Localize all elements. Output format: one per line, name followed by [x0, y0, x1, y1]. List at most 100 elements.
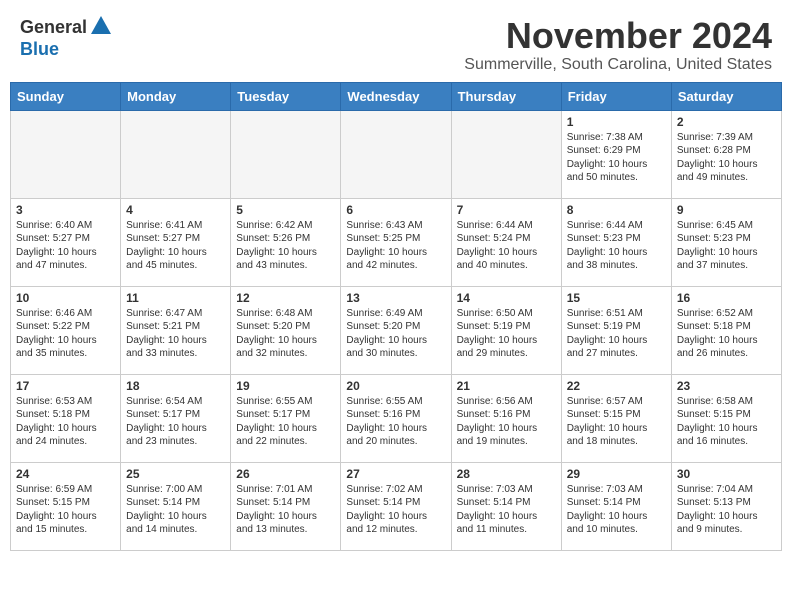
- day-number: 21: [457, 379, 556, 393]
- calendar-cell: 23 Sunrise: 6:58 AM Sunset: 5:15 PM Dayli…: [671, 374, 781, 462]
- day-number: 2: [677, 115, 776, 129]
- day-info: Sunrise: 6:50 AM Sunset: 5:19 PM Dayligh…: [457, 307, 556, 361]
- day-info: Sunrise: 6:57 AM Sunset: 5:15 PM Dayligh…: [567, 395, 666, 449]
- day-info: Sunrise: 6:42 AM Sunset: 5:26 PM Dayligh…: [236, 219, 335, 273]
- day-number: 30: [677, 467, 776, 481]
- month-title: November 2024: [464, 16, 772, 56]
- day-number: 24: [16, 467, 115, 481]
- calendar-week-row: 10 Sunrise: 6:46 AM Sunset: 5:22 PM Dayli…: [11, 286, 782, 374]
- calendar-cell: 30 Sunrise: 7:04 AM Sunset: 5:13 PM Dayli…: [671, 462, 781, 550]
- calendar-cell: 2 Sunrise: 7:39 AM Sunset: 6:28 PM Daylig…: [671, 110, 781, 198]
- calendar-cell: 13 Sunrise: 6:49 AM Sunset: 5:20 PM Dayli…: [341, 286, 451, 374]
- calendar-cell: 26 Sunrise: 7:01 AM Sunset: 5:14 PM Dayli…: [231, 462, 341, 550]
- calendar-cell: 28 Sunrise: 7:03 AM Sunset: 5:14 PM Dayli…: [451, 462, 561, 550]
- day-number: 22: [567, 379, 666, 393]
- day-number: 26: [236, 467, 335, 481]
- day-header-friday: Friday: [561, 82, 671, 110]
- calendar-cell: 6 Sunrise: 6:43 AM Sunset: 5:25 PM Daylig…: [341, 198, 451, 286]
- calendar-week-row: 17Sunrise: 6:53 AM Sunset: 5:18 PM Dayli…: [11, 374, 782, 462]
- day-number: 14: [457, 291, 556, 305]
- calendar-cell: 24 Sunrise: 6:59 AM Sunset: 5:15 PM Dayli…: [11, 462, 121, 550]
- day-number: 3: [16, 203, 115, 217]
- calendar-cell: 17Sunrise: 6:53 AM Sunset: 5:18 PM Dayli…: [11, 374, 121, 462]
- calendar-cell: 20 Sunrise: 6:55 AM Sunset: 5:16 PM Dayli…: [341, 374, 451, 462]
- calendar-cell: [11, 110, 121, 198]
- day-number: 1: [567, 115, 666, 129]
- day-number: 5: [236, 203, 335, 217]
- calendar-cell: 3 Sunrise: 6:40 AM Sunset: 5:27 PM Daylig…: [11, 198, 121, 286]
- day-number: 20: [346, 379, 445, 393]
- day-info: Sunrise: 6:55 AM Sunset: 5:17 PM Dayligh…: [236, 395, 335, 449]
- day-header-sunday: Sunday: [11, 82, 121, 110]
- day-header-tuesday: Tuesday: [231, 82, 341, 110]
- day-info: Sunrise: 6:43 AM Sunset: 5:25 PM Dayligh…: [346, 219, 445, 273]
- calendar-cell: [341, 110, 451, 198]
- day-info: Sunrise: 7:03 AM Sunset: 5:14 PM Dayligh…: [457, 483, 556, 537]
- calendar-week-row: 1 Sunrise: 7:38 AM Sunset: 6:29 PM Daylig…: [11, 110, 782, 198]
- calendar-cell: 21 Sunrise: 6:56 AM Sunset: 5:16 PM Dayli…: [451, 374, 561, 462]
- day-number: 18: [126, 379, 225, 393]
- calendar-cell: 25 Sunrise: 7:00 AM Sunset: 5:14 PM Dayli…: [121, 462, 231, 550]
- day-info: Sunrise: 7:01 AM Sunset: 5:14 PM Dayligh…: [236, 483, 335, 537]
- day-info: Sunrise: 6:53 AM Sunset: 5:18 PM Dayligh…: [16, 395, 115, 449]
- day-header-wednesday: Wednesday: [341, 82, 451, 110]
- calendar-header-row: SundayMondayTuesdayWednesdayThursdayFrid…: [11, 82, 782, 110]
- day-number: 9: [677, 203, 776, 217]
- day-number: 23: [677, 379, 776, 393]
- day-info: Sunrise: 6:58 AM Sunset: 5:15 PM Dayligh…: [677, 395, 776, 449]
- calendar-cell: [231, 110, 341, 198]
- day-info: Sunrise: 7:04 AM Sunset: 5:13 PM Dayligh…: [677, 483, 776, 537]
- logo-general-text: General: [20, 17, 87, 38]
- day-info: Sunrise: 7:38 AM Sunset: 6:29 PM Dayligh…: [567, 131, 666, 185]
- calendar-table: SundayMondayTuesdayWednesdayThursdayFrid…: [10, 82, 782, 551]
- day-info: Sunrise: 6:52 AM Sunset: 5:18 PM Dayligh…: [677, 307, 776, 361]
- day-number: 25: [126, 467, 225, 481]
- day-number: 8: [567, 203, 666, 217]
- day-number: 11: [126, 291, 225, 305]
- calendar-cell: 7 Sunrise: 6:44 AM Sunset: 5:24 PM Daylig…: [451, 198, 561, 286]
- calendar-cell: 4Sunrise: 6:41 AM Sunset: 5:27 PM Daylig…: [121, 198, 231, 286]
- calendar-cell: 8 Sunrise: 6:44 AM Sunset: 5:23 PM Daylig…: [561, 198, 671, 286]
- day-info: Sunrise: 6:56 AM Sunset: 5:16 PM Dayligh…: [457, 395, 556, 449]
- day-info: Sunrise: 6:44 AM Sunset: 5:24 PM Dayligh…: [457, 219, 556, 273]
- day-info: Sunrise: 6:49 AM Sunset: 5:20 PM Dayligh…: [346, 307, 445, 361]
- calendar-cell: 16Sunrise: 6:52 AM Sunset: 5:18 PM Dayli…: [671, 286, 781, 374]
- day-header-saturday: Saturday: [671, 82, 781, 110]
- calendar-cell: [451, 110, 561, 198]
- day-number: 13: [346, 291, 445, 305]
- day-number: 7: [457, 203, 556, 217]
- calendar-cell: 19Sunrise: 6:55 AM Sunset: 5:17 PM Dayli…: [231, 374, 341, 462]
- day-info: Sunrise: 6:44 AM Sunset: 5:23 PM Dayligh…: [567, 219, 666, 273]
- day-number: 15: [567, 291, 666, 305]
- day-info: Sunrise: 7:39 AM Sunset: 6:28 PM Dayligh…: [677, 131, 776, 185]
- day-info: Sunrise: 6:51 AM Sunset: 5:19 PM Dayligh…: [567, 307, 666, 361]
- day-header-monday: Monday: [121, 82, 231, 110]
- day-info: Sunrise: 6:54 AM Sunset: 5:17 PM Dayligh…: [126, 395, 225, 449]
- calendar-cell: 5 Sunrise: 6:42 AM Sunset: 5:26 PM Daylig…: [231, 198, 341, 286]
- day-info: Sunrise: 6:46 AM Sunset: 5:22 PM Dayligh…: [16, 307, 115, 361]
- day-info: Sunrise: 7:02 AM Sunset: 5:14 PM Dayligh…: [346, 483, 445, 537]
- calendar-cell: 22 Sunrise: 6:57 AM Sunset: 5:15 PM Dayli…: [561, 374, 671, 462]
- location-title: Summerville, South Carolina, United Stat…: [464, 56, 772, 74]
- calendar-cell: 10 Sunrise: 6:46 AM Sunset: 5:22 PM Dayli…: [11, 286, 121, 374]
- logo-icon: [91, 16, 111, 34]
- day-info: Sunrise: 7:03 AM Sunset: 5:14 PM Dayligh…: [567, 483, 666, 537]
- calendar-cell: 1 Sunrise: 7:38 AM Sunset: 6:29 PM Daylig…: [561, 110, 671, 198]
- day-info: Sunrise: 6:59 AM Sunset: 5:15 PM Dayligh…: [16, 483, 115, 537]
- day-header-thursday: Thursday: [451, 82, 561, 110]
- calendar-cell: 27 Sunrise: 7:02 AM Sunset: 5:14 PM Dayli…: [341, 462, 451, 550]
- calendar-cell: 15 Sunrise: 6:51 AM Sunset: 5:19 PM Dayli…: [561, 286, 671, 374]
- day-number: 6: [346, 203, 445, 217]
- day-info: Sunrise: 6:55 AM Sunset: 5:16 PM Dayligh…: [346, 395, 445, 449]
- day-number: 27: [346, 467, 445, 481]
- calendar-cell: 29Sunrise: 7:03 AM Sunset: 5:14 PM Dayli…: [561, 462, 671, 550]
- calendar-cell: 9Sunrise: 6:45 AM Sunset: 5:23 PM Daylig…: [671, 198, 781, 286]
- logo: General Blue: [20, 16, 111, 60]
- day-number: 10: [16, 291, 115, 305]
- day-info: Sunrise: 7:00 AM Sunset: 5:14 PM Dayligh…: [126, 483, 225, 537]
- day-number: 28: [457, 467, 556, 481]
- calendar-cell: 12Sunrise: 6:48 AM Sunset: 5:20 PM Dayli…: [231, 286, 341, 374]
- calendar-week-row: 24 Sunrise: 6:59 AM Sunset: 5:15 PM Dayli…: [11, 462, 782, 550]
- day-info: Sunrise: 6:40 AM Sunset: 5:27 PM Dayligh…: [16, 219, 115, 273]
- title-block: November 2024 Summerville, South Carolin…: [464, 16, 772, 74]
